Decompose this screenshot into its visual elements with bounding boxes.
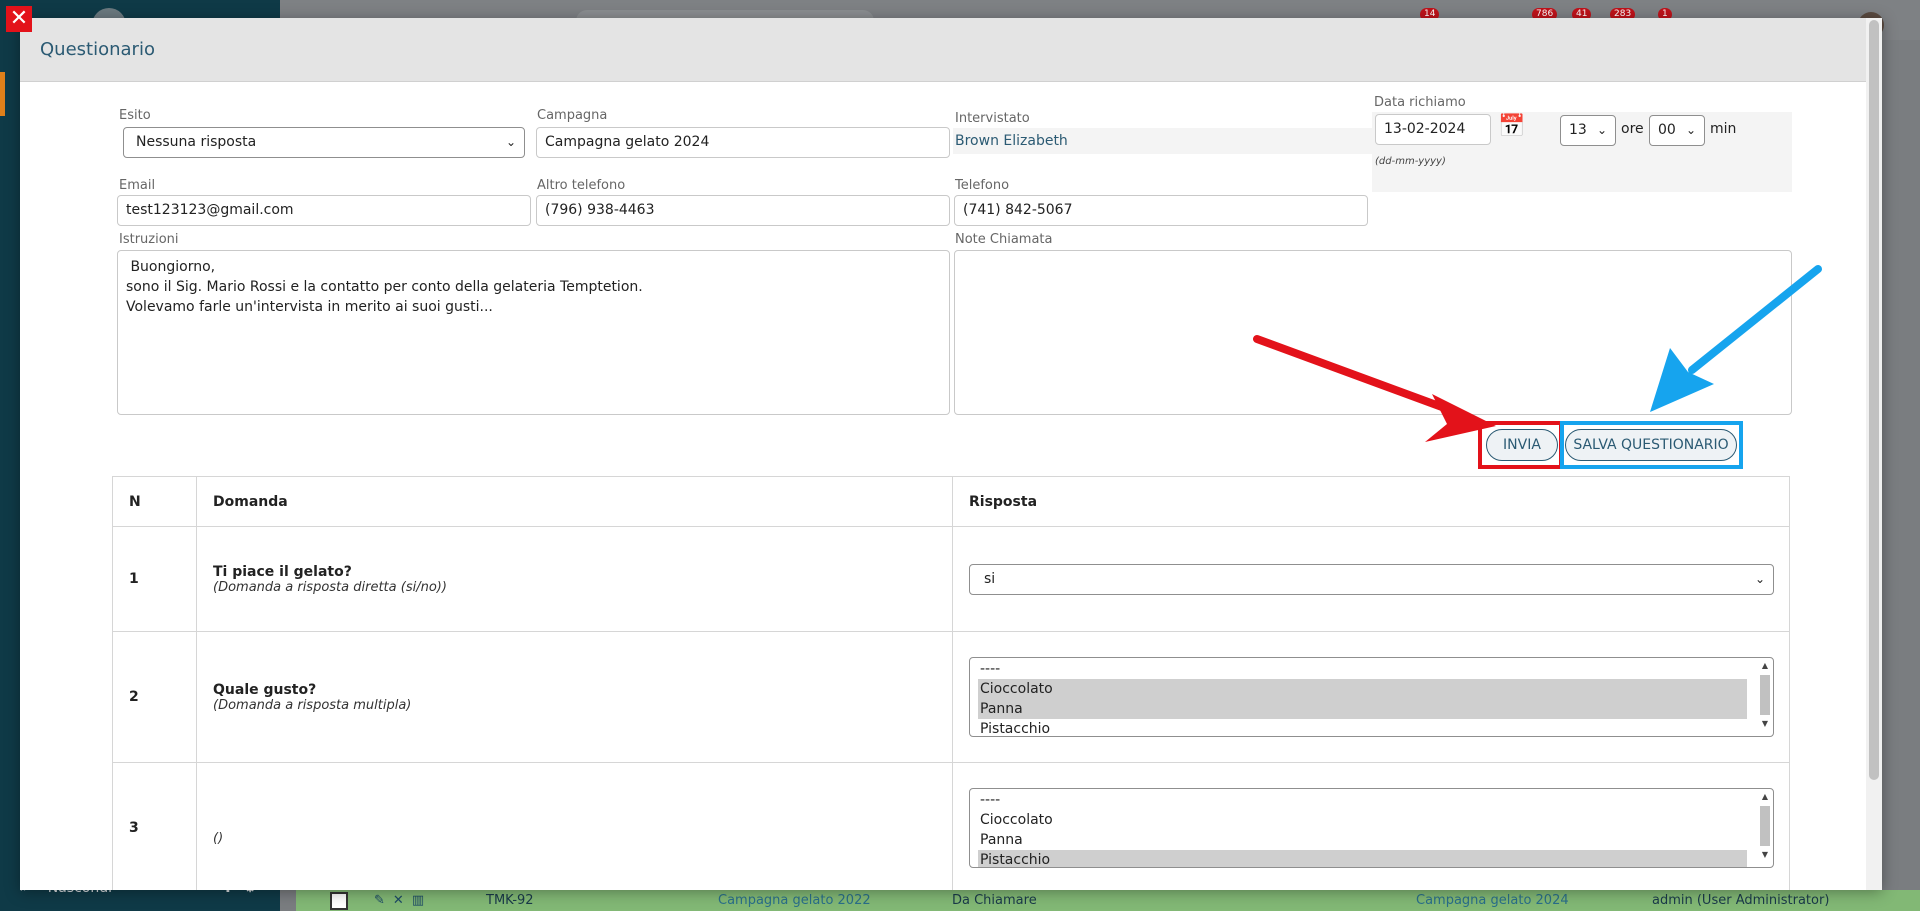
modal-scrollbar[interactable] bbox=[1866, 18, 1882, 890]
row-number: 2 bbox=[112, 631, 197, 763]
question-text: Ti piace il gelato? bbox=[213, 563, 352, 580]
answer-cell: ---- Cioccolato Panna Pistacchio ▲ ▼ bbox=[952, 631, 1790, 763]
question-cell: Ti piace il gelato? (Domanda a risposta … bbox=[196, 526, 953, 632]
delete-icon: ✕ bbox=[392, 893, 412, 908]
table-row: 3 () ---- Cioccolato Panna Pistacchio ▲ … bbox=[112, 762, 1790, 890]
answer-cell: si ⌄ bbox=[952, 526, 1790, 632]
answer-select[interactable]: si ⌄ bbox=[969, 563, 1774, 595]
table-header: N Domanda Risposta bbox=[112, 476, 1790, 527]
question-text: Quale gusto? bbox=[213, 681, 317, 698]
listbox-option[interactable]: Pistacchio bbox=[978, 719, 1747, 736]
question-hint: (Domanda a risposta multipla) bbox=[213, 697, 412, 713]
row-checkbox bbox=[330, 891, 348, 910]
listbox-option[interactable]: Panna bbox=[978, 830, 1747, 850]
answer-listbox[interactable]: ---- Cioccolato Panna Pistacchio ▲ ▼ bbox=[969, 788, 1774, 868]
scroll-thumb[interactable] bbox=[1760, 675, 1770, 715]
answer-value: si bbox=[984, 570, 996, 587]
questions-table: N Domanda Risposta 1 Ti piace il gelato?… bbox=[112, 476, 1790, 890]
answer-cell: ---- Cioccolato Panna Pistacchio ▲ ▼ bbox=[952, 762, 1790, 890]
close-icon[interactable]: ✕ bbox=[6, 6, 32, 32]
scroll-up-icon[interactable]: ▲ bbox=[1758, 659, 1772, 673]
header-n: N bbox=[112, 476, 197, 527]
red-arrow bbox=[1253, 335, 1496, 442]
sidebar-active-marker bbox=[0, 72, 5, 116]
header-domanda: Domanda bbox=[196, 476, 953, 527]
scroll-down-icon[interactable]: ▼ bbox=[1758, 848, 1772, 862]
listbox-option[interactable]: Panna bbox=[978, 699, 1747, 719]
row-actions: ✎✕▥ bbox=[374, 893, 432, 908]
listbox-option[interactable]: ---- bbox=[978, 790, 1747, 810]
questionnaire-modal: Questionario Esito Nessuna risposta ⌄ Ca… bbox=[20, 18, 1882, 890]
listbox-scrollbar[interactable]: ▲ ▼ bbox=[1758, 659, 1772, 735]
row-code: TMK-92 bbox=[486, 893, 534, 908]
answer-listbox[interactable]: ---- Cioccolato Panna Pistacchio ▲ ▼ bbox=[969, 657, 1774, 737]
listbox-option[interactable]: Cioccolato bbox=[978, 679, 1747, 699]
blue-arrow bbox=[1650, 265, 1822, 412]
question-hint: () bbox=[213, 830, 224, 846]
row-status: Da Chiamare bbox=[952, 893, 1037, 908]
table-row: 2 Quale gusto? (Domanda a risposta multi… bbox=[112, 631, 1790, 763]
listbox-option[interactable]: Pistacchio bbox=[978, 850, 1747, 867]
scroll-down-icon[interactable]: ▼ bbox=[1758, 717, 1772, 731]
table-row: 1 Ti piace il gelato? (Domanda a rispost… bbox=[112, 526, 1790, 632]
edit-icon: ✎ bbox=[374, 893, 393, 908]
scroll-thumb[interactable] bbox=[1760, 806, 1770, 846]
listbox-scrollbar[interactable]: ▲ ▼ bbox=[1758, 790, 1772, 866]
scroll-thumb[interactable] bbox=[1869, 20, 1879, 780]
question-cell: Quale gusto? (Domanda a risposta multipl… bbox=[196, 631, 953, 763]
row-user: admin (User Administrator) bbox=[1652, 893, 1830, 908]
background-table-row: ✎✕▥ TMK-92 Campagna gelato 2022 Da Chiam… bbox=[296, 890, 1920, 911]
chevron-down-icon: ⌄ bbox=[1754, 571, 1765, 586]
chart-icon: ▥ bbox=[411, 893, 433, 908]
row-number: 3 bbox=[112, 762, 197, 890]
scroll-up-icon[interactable]: ▲ bbox=[1758, 790, 1772, 804]
row-campaign-2: Campagna gelato 2024 bbox=[1416, 893, 1569, 908]
row-campaign: Campagna gelato 2022 bbox=[718, 893, 871, 908]
listbox-option[interactable]: ---- bbox=[978, 659, 1747, 679]
question-cell: () bbox=[196, 762, 953, 890]
listbox-option[interactable]: Cioccolato bbox=[978, 810, 1747, 830]
header-risposta: Risposta bbox=[952, 476, 1790, 527]
question-hint: (Domanda a risposta diretta (si/no)) bbox=[213, 579, 447, 595]
row-number: 1 bbox=[112, 526, 197, 632]
question-text bbox=[213, 811, 952, 831]
